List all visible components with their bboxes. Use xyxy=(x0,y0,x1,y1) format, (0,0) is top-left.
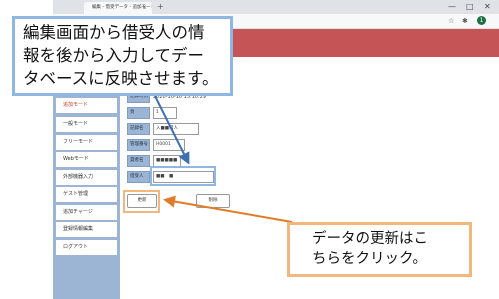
blue-arrow xyxy=(154,95,190,165)
callout-top: 編集画面から借受人の情 報を後から入力してデー タベースに反映させます。 xyxy=(12,16,233,96)
callout-bottom: データの更新はこ ちらをクリック。 xyxy=(287,222,472,277)
orange-arrow xyxy=(163,195,293,223)
